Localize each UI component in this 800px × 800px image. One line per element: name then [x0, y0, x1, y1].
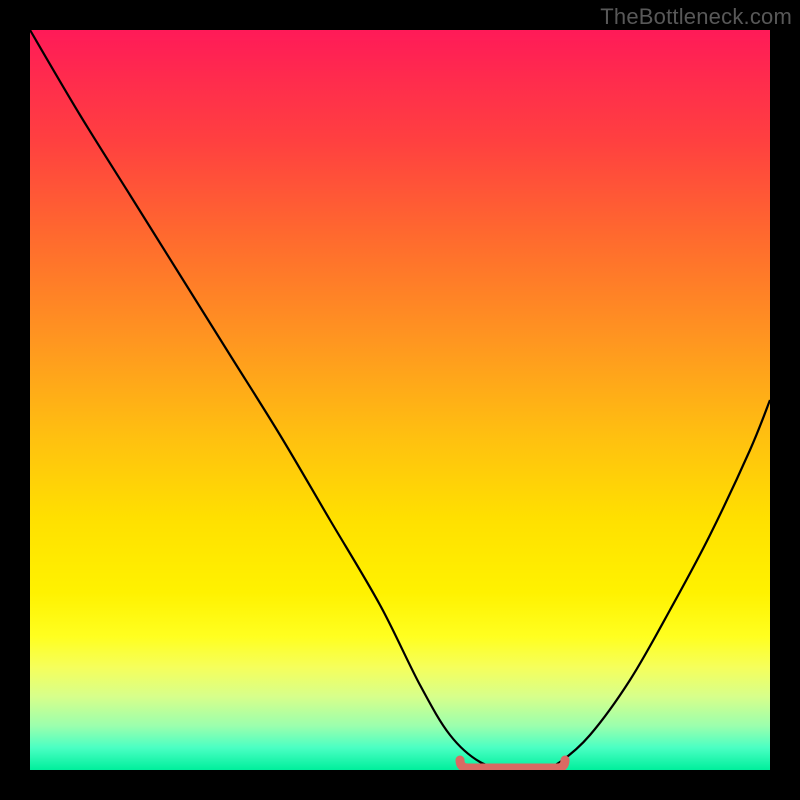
- valley-marker: [460, 760, 565, 768]
- chart-frame: TheBottleneck.com: [0, 0, 800, 800]
- curve-svg: [30, 30, 770, 770]
- plot-area: [30, 30, 770, 770]
- watermark-text: TheBottleneck.com: [600, 4, 792, 30]
- bottleneck-curve: [30, 30, 770, 770]
